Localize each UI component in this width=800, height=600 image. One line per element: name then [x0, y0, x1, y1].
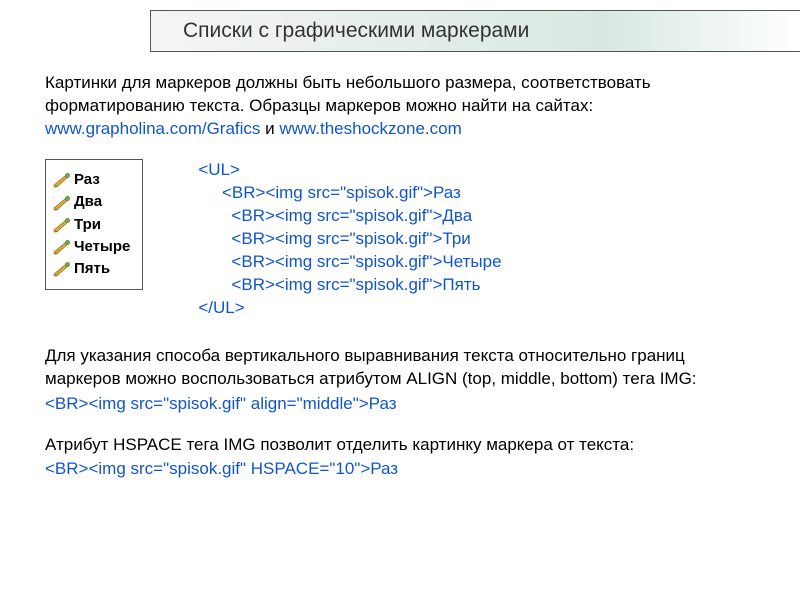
intro-paragraph: Картинки для маркеров должны быть неболь… [45, 72, 755, 141]
code-line-hspace: <BR><img src="spisok.gif" HSPACE="10">Ра… [45, 458, 755, 481]
list-item: Пять [52, 259, 130, 279]
example-list-box: Раз Два Три [45, 159, 143, 290]
intro-sep: и [260, 119, 279, 138]
list-item: Раз [52, 170, 130, 190]
bullet-icon [52, 171, 72, 189]
bullet-icon [52, 194, 72, 212]
align-paragraph: Для указания способа вертикального вырав… [45, 345, 755, 391]
bullet-icon [52, 238, 72, 256]
link-theshockzone[interactable]: www.theshockzone.com [279, 119, 461, 138]
list-item: Четыре [52, 237, 130, 257]
list-item-label: Раз [74, 170, 100, 190]
list-item-label: Пять [74, 259, 110, 279]
list-item-label: Три [74, 215, 101, 235]
link-grapholina[interactable]: www.grapholina.com/Grafics [45, 119, 260, 138]
list-item-label: Четыре [74, 237, 130, 257]
page-title: Списки с графическими маркерами [150, 10, 800, 52]
bullet-icon [52, 216, 72, 234]
list-item-label: Два [74, 192, 102, 212]
list-item: Два [52, 192, 130, 212]
code-block-ul: <UL> <BR><img src="spisok.gif">Раз <BR><… [198, 159, 501, 320]
hspace-paragraph: Атрибут HSPACE тега IMG позволит отделит… [45, 434, 755, 457]
intro-text: Картинки для маркеров должны быть неболь… [45, 73, 651, 115]
bullet-icon [52, 260, 72, 278]
list-item: Три [52, 215, 130, 235]
code-line-align: <BR><img src="spisok.gif" align="middle"… [45, 393, 755, 416]
